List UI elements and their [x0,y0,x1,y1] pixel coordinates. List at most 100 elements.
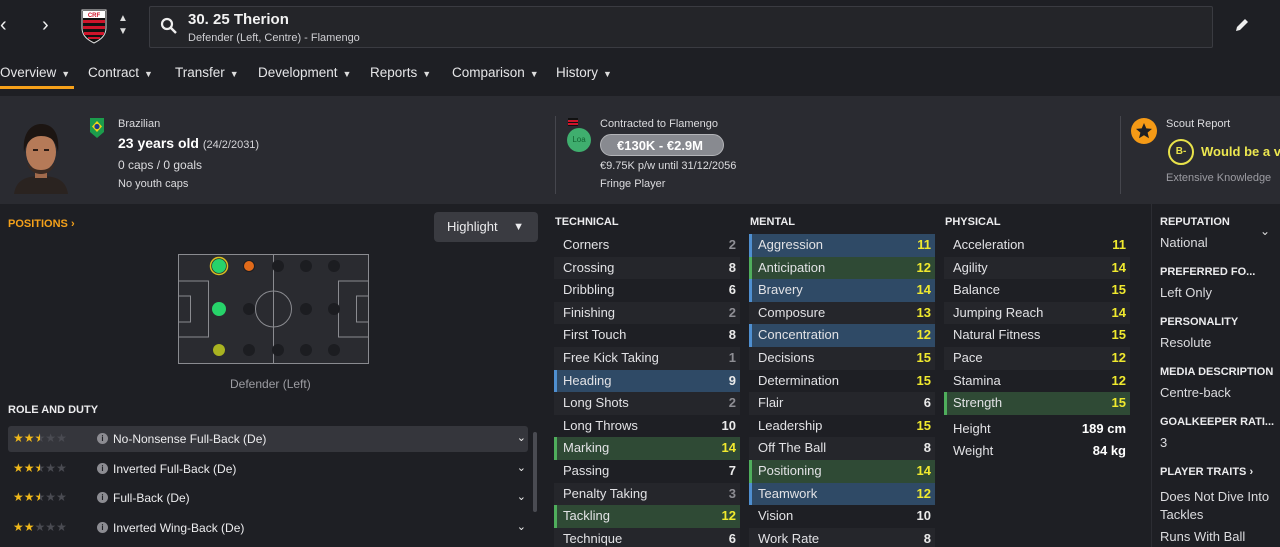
attribute-row[interactable]: Strength 15 [944,392,1130,415]
attribute-name: First Touch [563,327,627,343]
role-rating-stars: ★★★★★ [13,520,67,534]
attribute-row[interactable]: Work Rate 8 [749,527,935,547]
attribute-row[interactable]: Crossing 8 [554,256,740,280]
attribute-row[interactable]: Heading 9 [554,369,740,393]
edit-icon[interactable] [1234,17,1250,33]
tab-label: History [556,65,599,80]
highlight-dropdown[interactable]: Highlight ▼ [434,212,538,242]
scout-report-label[interactable]: Scout Report [1166,118,1230,130]
chevron-down-icon[interactable]: ⌄ [517,520,526,533]
attribute-row[interactable]: Concentration 12 [749,324,935,347]
prev-next-player-icon[interactable]: ▲ ▼ [116,12,130,38]
attribute-name: Aggression [758,237,824,252]
positions-heading[interactable]: POSITIONS › [8,218,75,230]
attribute-row[interactable]: Jumping Reach 14 [944,301,1130,325]
transfer-value[interactable]: €130K - €2.9M [600,134,724,156]
chevron-down-icon[interactable]: ⌄ [1260,224,1270,238]
attribute-row[interactable]: Teamwork 12 [749,482,935,506]
attribute-name: Composure [758,304,826,320]
attribute-row[interactable]: Off The Ball 8 [749,437,935,460]
chevron-down-icon[interactable]: ⌄ [517,431,526,444]
tab-transfer[interactable]: Transfer ▼ [175,65,239,80]
tab-contract[interactable]: Contract ▼ [88,65,153,80]
attribute-row[interactable]: Anticipation 12 [749,256,935,280]
attribute-name: Off The Ball [758,440,827,456]
attribute-name: Finishing [563,304,616,320]
role-row[interactable]: ★★★★★ i Inverted Full-Back (De) ⌄ [8,456,528,482]
attribute-row[interactable]: Dribbling 6 [554,279,740,302]
personality-heading: PERSONALITY [1160,316,1239,328]
back-arrow-icon[interactable]: ‹ [0,14,7,37]
star-icon: ★ [34,461,46,475]
attribute-row[interactable]: Free Kick Taking 1 [554,346,740,370]
scout-summary: Would be a ve [1201,144,1280,159]
info-icon[interactable]: i [97,433,108,444]
attribute-row[interactable]: Positioning 14 [749,459,935,483]
attribute-row[interactable]: Natural Fitness 15 [944,324,1130,347]
youth-caps: No youth caps [118,178,189,190]
player-traits-heading[interactable]: PLAYER TRAITS › [1160,466,1253,478]
search-icon [160,17,177,34]
info-icon[interactable]: i [97,492,108,503]
tab-development[interactable]: Development ▼ [258,65,351,80]
club-crest-icon[interactable]: CRF [80,8,108,44]
attribute-row[interactable]: Balance 15 [944,279,1130,302]
attribute-name: Flair [758,395,784,411]
star-icon: ★ [45,520,57,534]
attribute-name: Concentration [758,327,839,343]
attribute-row[interactable]: Stamina 12 [944,370,1130,393]
tab-label: Reports [370,65,418,80]
chevron-down-icon[interactable]: ⌄ [517,461,526,474]
attribute-row[interactable]: Corners 2 [554,234,740,257]
role-list-scrollbar[interactable] [533,432,537,512]
attribute-row[interactable]: Penalty Taking 3 [554,482,740,506]
attribute-row[interactable]: Vision 10 [749,505,935,528]
info-icon[interactable]: i [97,463,108,474]
chevron-down-icon: ▼ [144,69,153,79]
attribute-value: 15 [1111,282,1126,298]
player-search-box[interactable]: 30. 25 Therion Defender (Left, Centre) -… [149,6,1213,48]
attribute-row[interactable]: Aggression 11 [749,234,935,257]
role-row[interactable]: ★★★★★ i Full-Back (De) ⌄ [8,485,528,511]
tab-overview[interactable]: Overview ▼ [0,65,70,80]
attribute-row[interactable]: Decisions 15 [749,346,935,370]
info-icon[interactable]: i [97,522,108,533]
tab-reports[interactable]: Reports ▼ [370,65,431,80]
reputation-heading: REPUTATION [1160,216,1230,228]
role-row[interactable]: ★★★★★ i Inverted Wing-Back (De) ⌄ [8,515,528,541]
role-name: Inverted Full-Back (De) [113,462,237,476]
attribute-row[interactable]: First Touch 8 [554,324,740,347]
mental-heading: MENTAL [750,216,796,228]
attribute-row[interactable]: Bravery 14 [749,279,935,302]
role-rating-stars: ★★★★★ [13,461,67,475]
role-row[interactable]: ★★★★★ i No-Nonsense Full-Back (De) ⌄ [8,426,528,452]
attribute-value: 10 [721,417,736,433]
attribute-row[interactable]: Pace 12 [944,346,1130,370]
attribute-row[interactable]: Tackling 12 [554,505,740,528]
attribute-row[interactable]: Long Shots 2 [554,392,740,415]
tab-comparison[interactable]: Comparison ▼ [452,65,539,80]
attribute-name: Pace [953,349,983,365]
star-icon: ★ [13,490,24,504]
chevron-down-icon: ▼ [422,69,432,79]
attribute-row[interactable]: Finishing 2 [554,301,740,325]
attribute-value: 13 [916,304,931,320]
attribute-name: Vision [758,508,794,524]
chevron-down-icon[interactable]: ⌄ [517,490,526,503]
star-icon: ★ [34,431,46,445]
chevron-down-icon: ▼ [603,69,612,79]
attribute-row[interactable]: Marking 14 [554,437,740,460]
attribute-row[interactable]: Composure 13 [749,301,935,325]
tab-history[interactable]: History ▼ [556,65,612,80]
attribute-row[interactable]: Passing 7 [554,460,740,483]
attribute-row[interactable]: Long Throws 10 [554,415,740,438]
weight-value: 84 kg [1092,442,1126,458]
attribute-row[interactable]: Technique 6 [554,527,740,547]
position-dl-marker [212,259,226,273]
attribute-row[interactable]: Acceleration 11 [944,234,1130,257]
attribute-row[interactable]: Determination 15 [749,370,935,393]
attribute-row[interactable]: Leadership 15 [749,415,935,438]
attribute-row[interactable]: Agility 14 [944,256,1130,280]
attribute-row[interactable]: Flair 6 [749,392,935,415]
forward-arrow-icon[interactable]: › [42,14,49,37]
